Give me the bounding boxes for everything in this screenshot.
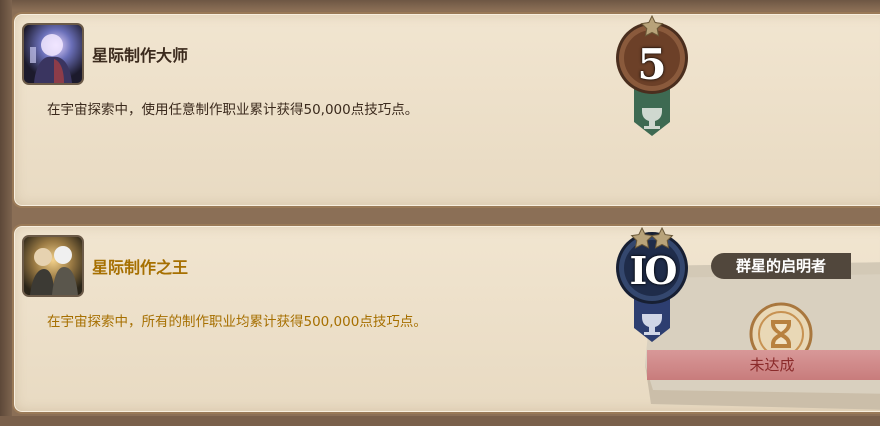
crafter-duo-portrait-icon bbox=[24, 237, 82, 295]
achievement-points-medal: IO bbox=[612, 218, 692, 350]
achievement-icon-frame bbox=[22, 235, 84, 297]
window-bottom-border bbox=[0, 416, 880, 426]
achievement-card[interactable]: 星际制作大师 在宇宙探索中，使用任意制作职业累计获得50,000点技巧点。 5 bbox=[12, 12, 880, 208]
achievement-points: IO bbox=[629, 248, 678, 293]
achievement-description: 在宇宙探索中，使用任意制作职业累计获得50,000点技巧点。 bbox=[47, 102, 419, 118]
reward-status-banner: 未达成 bbox=[647, 350, 880, 380]
crafter-portrait-icon bbox=[24, 25, 82, 83]
achievement-icon-frame bbox=[22, 23, 84, 85]
window-top-border bbox=[0, 0, 880, 10]
window-left-border bbox=[0, 0, 12, 426]
achievement-points-medal: 5 bbox=[612, 12, 692, 144]
achievement-card[interactable]: 星际制作之王 在宇宙探索中，所有的制作职业均累计获得500,000点技巧点。 群… bbox=[12, 224, 880, 414]
achievement-title: 星际制作大师 bbox=[92, 46, 189, 65]
achievement-title: 星际制作之王 bbox=[92, 258, 189, 277]
achievement-points: 5 bbox=[637, 40, 667, 89]
achievement-description: 在宇宙探索中，所有的制作职业均累计获得500,000点技巧点。 bbox=[47, 314, 427, 330]
reward-title: 群星的启明者 bbox=[711, 253, 851, 279]
